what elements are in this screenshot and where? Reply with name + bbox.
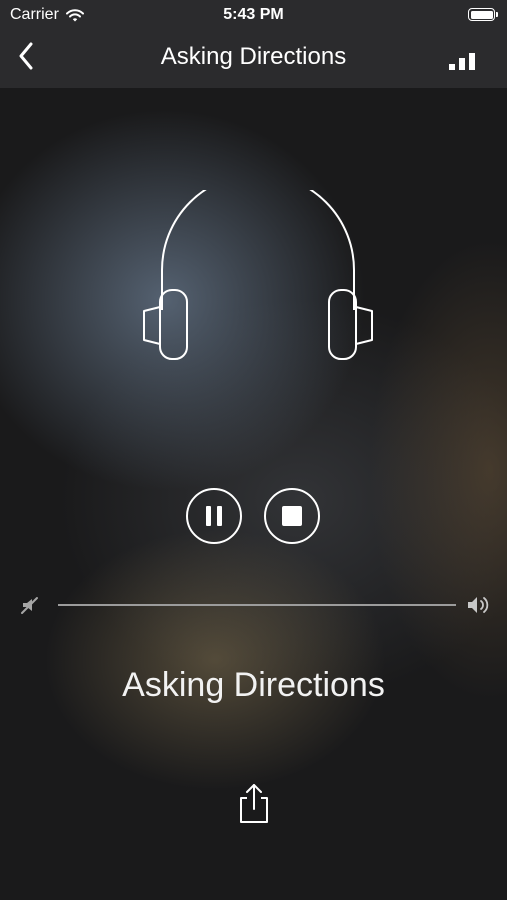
stop-button[interactable] (264, 488, 320, 544)
status-bar: Carrier 5:43 PM (0, 0, 507, 30)
volume-control (0, 590, 507, 620)
volume-max-icon (468, 597, 489, 613)
navigation-bar: Asking Directions (0, 30, 507, 88)
signal-button[interactable] (449, 50, 477, 72)
track-title: Asking Directions (122, 666, 385, 704)
playback-controls (0, 488, 507, 548)
audio-player-screen: Carrier 5:43 PM Asking Directions Asking… (0, 0, 507, 900)
battery-icon (468, 8, 498, 21)
share-button[interactable] (236, 782, 272, 826)
pause-bar-right (217, 506, 222, 526)
page-title: Asking Directions (160, 43, 347, 70)
volume-slider[interactable] (58, 604, 456, 606)
stop-icon (282, 506, 302, 526)
headphones-icon (143, 190, 373, 360)
signal-bars-icon (449, 53, 475, 70)
top-bar: Carrier 5:43 PM Asking Directions (0, 0, 507, 88)
pause-icon (206, 506, 222, 526)
pause-bar-left (206, 506, 211, 526)
status-time: 5:43 PM (223, 6, 284, 23)
volume-mute-icon (21, 597, 38, 614)
share-icon (240, 784, 268, 823)
pause-button[interactable] (186, 488, 242, 544)
battery-level (470, 10, 493, 19)
